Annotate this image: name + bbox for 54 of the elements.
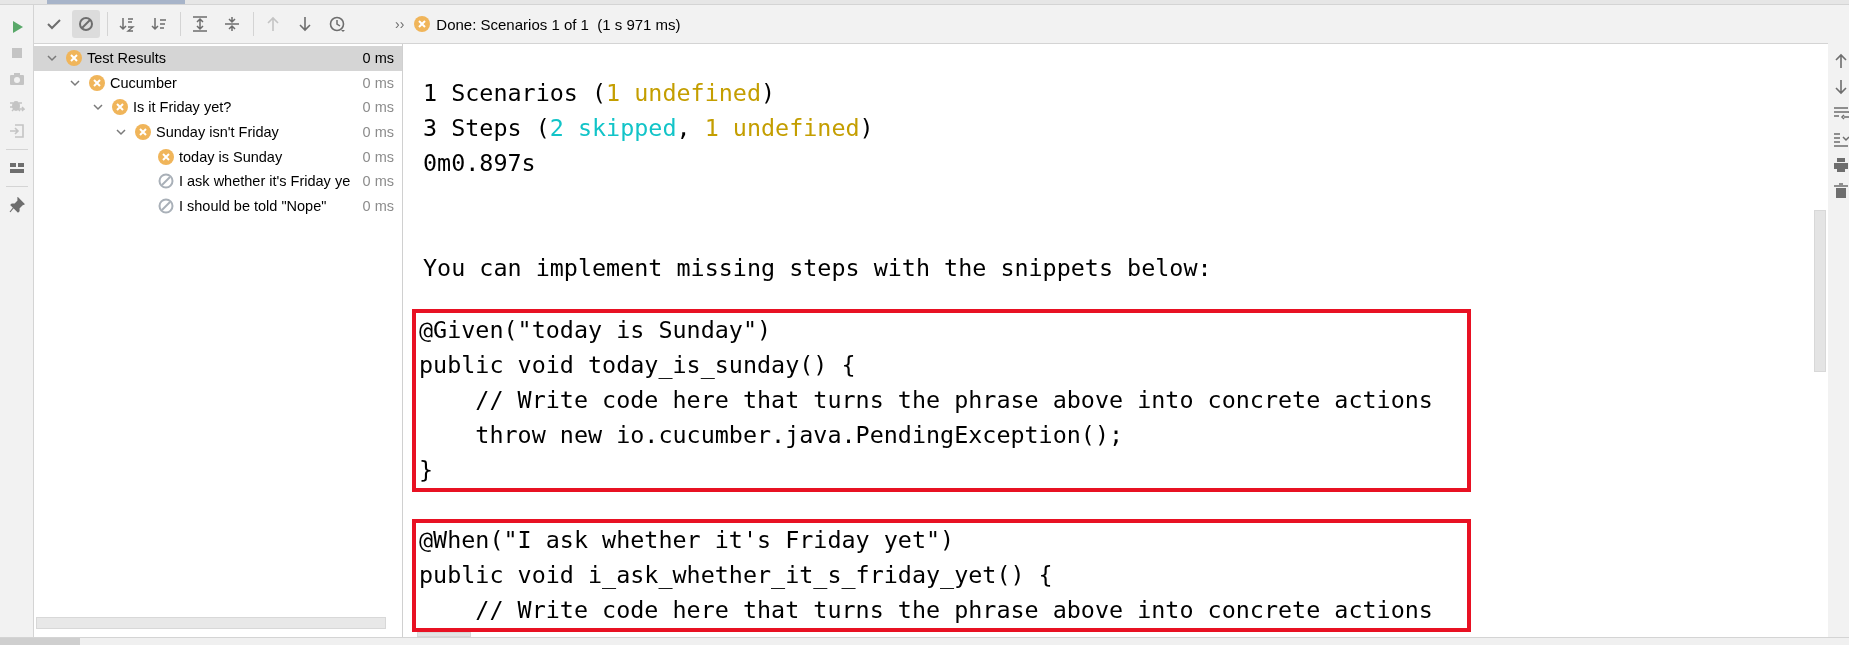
test-name: I ask whether it's Friday ye xyxy=(179,173,352,190)
duration-text: 0 ms xyxy=(362,74,394,91)
duration-text: 0 ms xyxy=(362,50,394,67)
failed-status-icon xyxy=(66,50,82,67)
console-text: You can implement missing steps with the snippets below: xyxy=(423,253,1212,284)
tree-row[interactable]: I ask whether it's Friday ye 0 ms xyxy=(34,168,402,194)
trash-icon xyxy=(1833,183,1849,199)
tree-row[interactable]: Test Results 0 ms xyxy=(34,46,402,71)
test-name: Cucumber xyxy=(110,74,178,91)
ignored-status-icon xyxy=(158,173,174,190)
test-name: today is Sunday xyxy=(179,148,284,165)
overflow-chevrons[interactable]: ›› xyxy=(395,16,405,32)
code-line: @When("I ask whether it's Friday yet") xyxy=(419,525,955,556)
status-text: Done: Scenarios 1 of 1 (1 s 971 ms) xyxy=(436,15,681,33)
ignored-status-icon xyxy=(158,197,174,214)
summary-line: 1 Scenarios (1 undefined) xyxy=(423,78,776,109)
code-line: throw new io.cucumber.java.PendingException(); xyxy=(474,420,1124,451)
test-name: Is it Friday yet? xyxy=(133,99,233,116)
code-line: public void today_is_sunday() { xyxy=(419,350,856,381)
test-name: Test Results xyxy=(87,50,167,67)
duration-text: 0 ms xyxy=(362,124,394,141)
summary-line: 0m0.897s xyxy=(423,148,536,179)
scrollbar[interactable] xyxy=(417,632,471,637)
summary-line: 3 Steps (2 skipped, 1 undefined) xyxy=(423,113,874,144)
up-arrow-icon xyxy=(1833,53,1849,69)
scrollbar[interactable] xyxy=(1814,210,1826,372)
scrollbar[interactable] xyxy=(36,617,386,629)
printer-icon xyxy=(1833,157,1849,173)
tree-row[interactable]: I should be told "Nope" 0 ms xyxy=(34,193,402,219)
code-line: public void i_ask_whether_it_s_friday_yet() { xyxy=(419,560,1053,591)
soft-wrap-icon xyxy=(1833,105,1849,121)
duration-text: 0 ms xyxy=(362,148,394,165)
tree-row[interactable]: Cucumber 0 ms xyxy=(34,70,402,96)
test-name: I should be told "Nope" xyxy=(179,197,328,214)
down-arrow-icon xyxy=(1833,79,1849,95)
code-line: // Write code here that turns the phrase above into concrete actions xyxy=(474,595,1433,626)
duration-text: 0 ms xyxy=(362,197,394,214)
tree-row[interactable]: today is Sunday 0 ms xyxy=(34,144,402,169)
status-icon xyxy=(414,16,431,32)
scroll-to-end-icon xyxy=(1833,131,1849,147)
code-line: // Write code here that turns the phrase above into concrete actions xyxy=(474,385,1433,416)
duration-text: 0 ms xyxy=(362,99,394,116)
failed-status-icon xyxy=(89,74,105,91)
tree-row[interactable]: Sunday isn't Friday 0 ms xyxy=(34,119,402,145)
failed-status-icon xyxy=(112,99,128,116)
ignore-button[interactable] xyxy=(72,10,100,38)
duration-text: 0 ms xyxy=(362,173,394,190)
code-line: @Given("today is Sunday") xyxy=(419,315,772,346)
test-name: Sunday isn't Friday xyxy=(156,124,280,141)
tree-row[interactable]: Is it Friday yet? 0 ms xyxy=(34,95,402,120)
code-line: } xyxy=(419,455,434,486)
scrollbar[interactable] xyxy=(0,638,80,645)
failed-status-icon xyxy=(135,124,151,141)
failed-status-icon xyxy=(158,148,174,165)
